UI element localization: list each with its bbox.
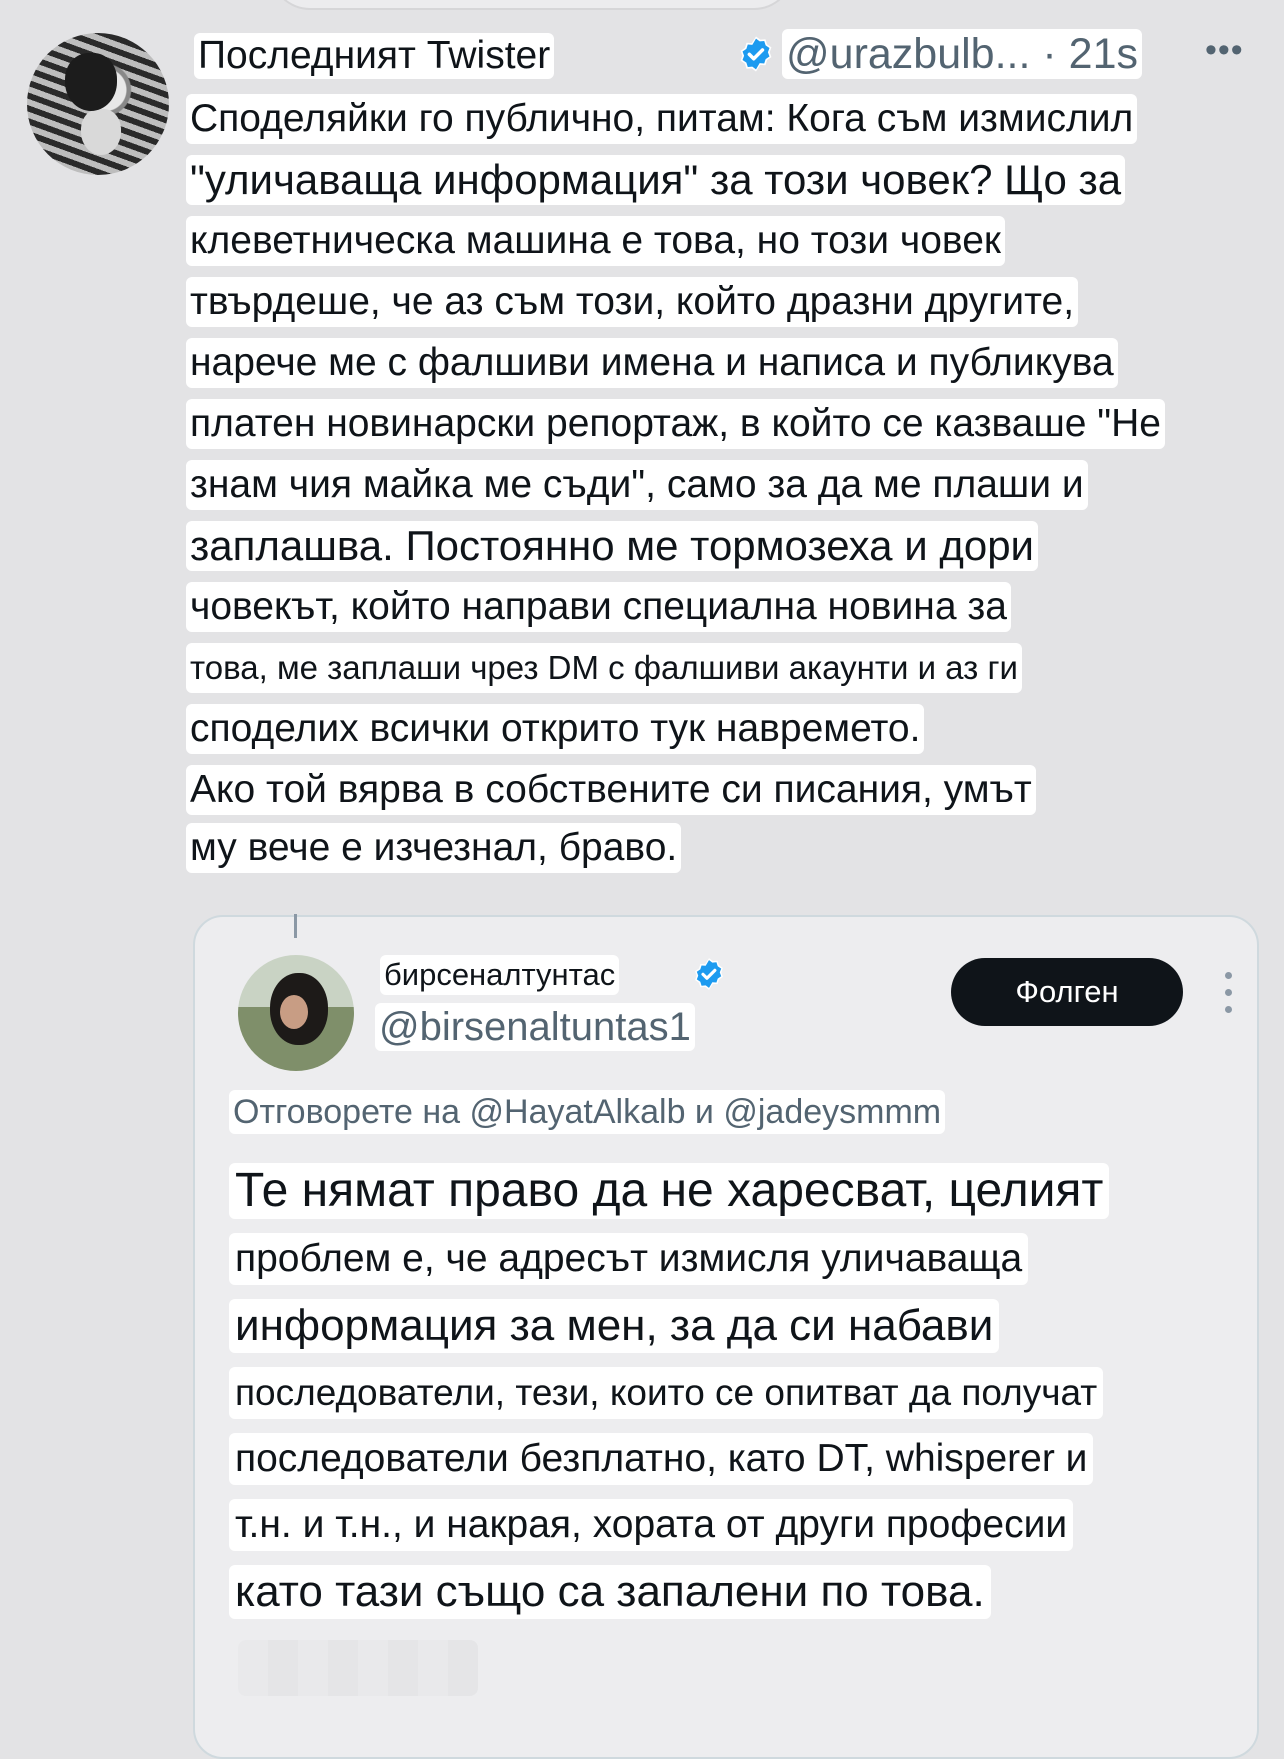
quoted-text-line: т.н. и т.н., и накрая, хората от други п… — [229, 1499, 1074, 1551]
tweet-text-line: споделих всички открито тук навремето. — [186, 704, 925, 754]
quoted-author-name[interactable]: бирсеналтунтас — [380, 955, 620, 995]
tweet-text-line: това, ме заплаши чрез DM с фалшиви акаун… — [186, 643, 1022, 693]
tweet-text-line: платен новинарски репортаж, в който се к… — [186, 399, 1165, 449]
tweet-text: Споделяйки го публично, питам: Кога съм … — [186, 94, 1266, 884]
top-arc-decoration — [270, 0, 794, 10]
quoted-text-line: последователи, тези, които се опитват да… — [229, 1367, 1104, 1419]
quoted-text-line: проблем е, че адресът измисля уличаваща — [229, 1233, 1029, 1285]
tweet-text-line: му вече е изчезнал, браво. — [186, 823, 682, 873]
reply-to-label[interactable]: Отговорете на @HayatAlkalb и @jadeysmmm — [229, 1090, 946, 1134]
thread-connector — [294, 914, 297, 938]
quoted-text-line: последователи безплатно, като DT, whispe… — [229, 1433, 1094, 1485]
tweet-text-line: "уличаваща информация" за този човек? Що… — [186, 155, 1126, 205]
tweet-text-line: нарече ме с фалшиви имена и написа и пуб… — [186, 338, 1118, 388]
more-vertical-icon[interactable] — [1225, 972, 1233, 1013]
quoted-author-avatar[interactable] — [238, 955, 354, 1071]
tweet-text-line: твърдеше, че аз съм този, който дразни д… — [186, 277, 1079, 327]
follow-button[interactable]: Фолген — [951, 958, 1183, 1026]
tweet-text-line: човекът, който направи специална новина … — [186, 582, 1011, 632]
author-handle-time[interactable]: @urazbulb... · 21s — [782, 29, 1142, 79]
tweet-text-line: заплашва. Постоянно ме тормозеха и дори — [186, 521, 1039, 571]
quoted-text-line: информация за мен, за да си набави — [229, 1299, 1000, 1353]
verified-badge-icon — [695, 958, 723, 990]
quoted-text-line: Те нямат право да не харесват, целият — [229, 1163, 1110, 1219]
author-avatar[interactable] — [27, 33, 169, 175]
verified-badge-icon — [740, 36, 772, 72]
tweet-text-line: Споделяйки го публично, питам: Кога съм … — [186, 94, 1138, 144]
tweet-text-line: клеветническа машина е това, но този чов… — [186, 216, 1005, 266]
faded-text-remnant — [238, 1640, 478, 1696]
quoted-text-line: като тази също са запалени по това. — [229, 1565, 991, 1619]
more-horizontal-icon[interactable]: ••• — [1205, 30, 1244, 70]
quoted-author-handle[interactable]: @birsenaltuntas1 — [375, 1003, 695, 1051]
quoted-tweet-text: Те нямат право да не харесват, целият пр… — [229, 1163, 1249, 1633]
tweet-text-line: Ако той вярва в собствените си писания, … — [186, 765, 1036, 815]
tweet-text-line: знам чия майка ме съди", само за да ме п… — [186, 460, 1088, 510]
author-name[interactable]: Последният Twister — [194, 33, 555, 79]
